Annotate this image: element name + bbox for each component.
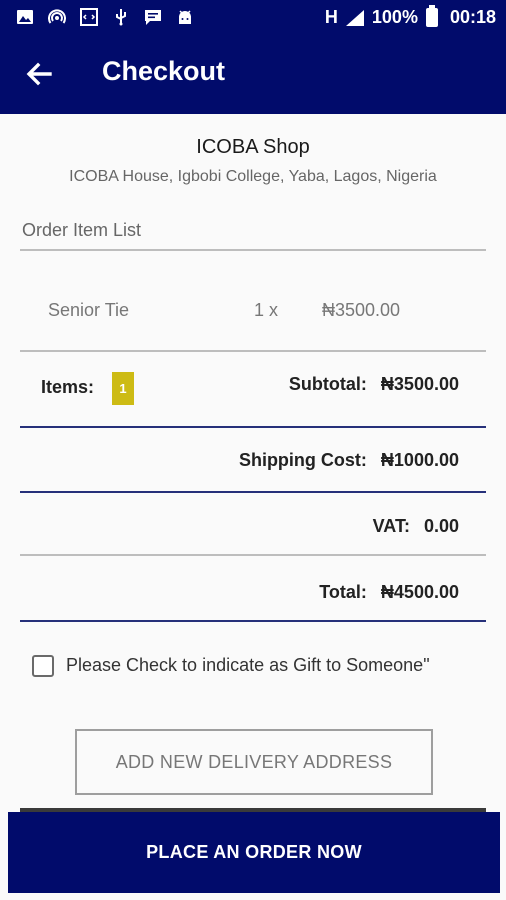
divider — [20, 491, 486, 493]
system-status: H 100% 00:18 — [324, 5, 496, 28]
items-label: Items: — [41, 377, 95, 397]
divider — [20, 249, 486, 251]
usb-icon — [116, 9, 126, 26]
total-value: ₦4500.00 — [380, 582, 459, 602]
total-row: Total: ₦4500.00 — [319, 582, 459, 603]
arrow-back-icon[interactable] — [24, 58, 56, 90]
item-price: ₦3500.00 — [322, 300, 401, 320]
hotspot-icon — [48, 9, 66, 24]
subtotal-label: Subtotal: — [288, 374, 367, 394]
battery-percent: 100% — [371, 7, 418, 27]
divider — [20, 620, 486, 622]
image-icon — [17, 10, 33, 24]
page-title: Checkout — [102, 56, 226, 86]
shipping-label: Shipping Cost: — [238, 450, 367, 470]
code-icon — [80, 8, 98, 26]
chat-icon — [145, 10, 161, 25]
subtotal-value: ₦3500.00 — [380, 374, 459, 394]
add-delivery-address-button[interactable]: ADD NEW DELIVERY ADDRESS — [75, 729, 433, 795]
vat-value: 0.00 — [423, 516, 459, 536]
item-quantity: 1 x — [254, 300, 279, 320]
subtotal-row: Subtotal: ₦3500.00 — [289, 374, 459, 395]
vat-label: VAT: — [372, 516, 410, 536]
shop-address: ICOBA House, Igbobi College, Yaba, Lagos… — [69, 168, 437, 185]
order-item-list-label: Order Item List — [22, 220, 142, 240]
place-order-button[interactable]: PLACE AN ORDER NOW — [8, 812, 500, 893]
vat-row: VAT: 0.00 — [373, 516, 459, 537]
total-label: Total: — [319, 582, 367, 602]
divider — [20, 350, 486, 352]
signal-icon — [345, 9, 364, 26]
gift-checkbox[interactable] — [32, 655, 54, 677]
divider — [20, 554, 486, 556]
divider — [20, 426, 486, 428]
battery-icon — [425, 5, 438, 27]
gift-checkbox-label[interactable]: Please Check to indicate as Gift to Some… — [66, 655, 430, 676]
items-count-badge: 1 — [112, 372, 134, 405]
shipping-value: ₦1000.00 — [380, 450, 459, 470]
item-name: Senior Tie — [48, 300, 130, 320]
shop-name: ICOBA Shop — [196, 136, 310, 158]
app-bar: Checkout — [0, 36, 506, 114]
notification-icons — [16, 8, 194, 26]
android-icon — [179, 10, 191, 24]
network-type: H — [324, 7, 338, 27]
status-bar: H 100% 00:18 — [0, 0, 506, 36]
clock: 00:18 — [449, 7, 496, 27]
shipping-row: Shipping Cost: ₦1000.00 — [239, 450, 459, 471]
